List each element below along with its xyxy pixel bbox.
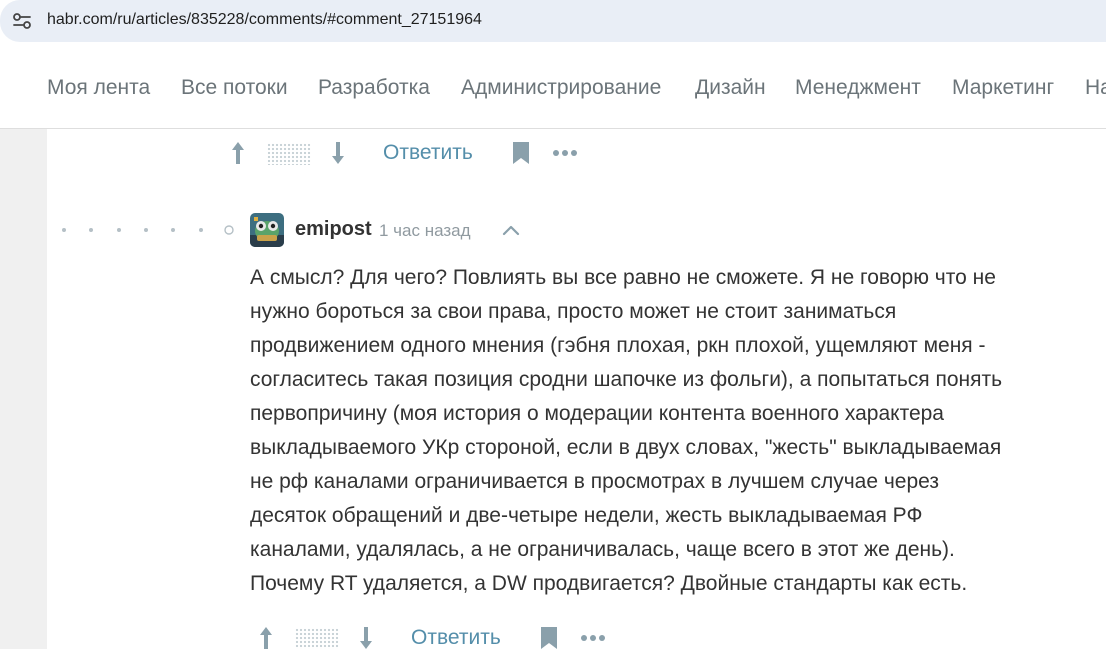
- address-bar: habr.com/ru/articles/835228/comments/#co…: [0, 0, 1106, 42]
- comment-line: десяток обращений и две-четыре недели, ж…: [250, 504, 923, 527]
- more-dots-icon[interactable]: [552, 141, 580, 165]
- nav-item-management[interactable]: Менеджмент: [795, 76, 921, 100]
- comment-line: продвижением одного мнения (гэбня плохая…: [250, 334, 986, 357]
- avatar[interactable]: [250, 213, 284, 247]
- comment-line: А смысл? Для чего? Повлиять вы все равно…: [250, 266, 996, 289]
- reply-link[interactable]: Ответить: [383, 141, 473, 165]
- comment-line: первопричину (моя история о модерации ко…: [250, 402, 944, 425]
- browser-page: habr.com/ru/articles/835228/comments/#co…: [0, 0, 1106, 649]
- nav-item-administration[interactable]: Администрирование: [461, 76, 661, 100]
- nav-item-design[interactable]: Дизайн: [695, 76, 766, 100]
- more-dots-icon[interactable]: [580, 626, 608, 649]
- comments-area: Ответить emipost 1 час назад А смысл? Дл…: [0, 129, 1106, 649]
- comment-actions: Ответить: [256, 624, 616, 649]
- left-gutter: [0, 129, 47, 649]
- arrow-down-icon[interactable]: [356, 624, 376, 649]
- nav-item-marketing[interactable]: Маркетинг: [952, 76, 1054, 100]
- vote-score-hidden: [295, 628, 339, 649]
- bookmark-icon[interactable]: [512, 141, 530, 165]
- tune-icon[interactable]: [12, 12, 32, 30]
- comment-author[interactable]: emipost: [295, 218, 372, 241]
- url-field[interactable]: habr.com/ru/articles/835228/comments/#co…: [0, 0, 1106, 42]
- reply-link[interactable]: Ответить: [411, 626, 501, 649]
- comment-line: не рф каналами ограничивается в просмотр…: [250, 470, 940, 493]
- previous-comment-actions: Ответить: [228, 139, 588, 169]
- comment-body: А смысл? Для чего? Повлиять вы все равно…: [250, 261, 1100, 601]
- comment-line: согласитесь такая позиция сродни шапочке…: [250, 368, 1003, 391]
- arrow-down-icon[interactable]: [328, 139, 348, 167]
- comment-line: каналами, удалялась, а не ограничивалась…: [250, 538, 955, 561]
- hub-navigation: Моя лента Все потоки Разработка Админист…: [0, 52, 1106, 129]
- thread-depth-indicator: [62, 225, 234, 235]
- arrow-up-icon[interactable]: [256, 624, 276, 649]
- nav-item-development[interactable]: Разработка: [318, 76, 430, 100]
- bookmark-icon[interactable]: [540, 626, 558, 649]
- vote-score-hidden: [267, 143, 311, 165]
- nav-item-my-feed[interactable]: Моя лента: [47, 76, 150, 100]
- nav-item-all-streams[interactable]: Все потоки: [181, 76, 288, 100]
- chevron-up-icon[interactable]: [500, 221, 522, 239]
- arrow-up-icon[interactable]: [228, 139, 248, 167]
- nav-item-popsci-truncated[interactable]: На: [1085, 76, 1106, 100]
- comment-timestamp[interactable]: 1 час назад: [379, 221, 471, 241]
- url-text[interactable]: habr.com/ru/articles/835228/comments/#co…: [47, 11, 482, 29]
- comment-line: выкладываемого УКр стороной, если в двух…: [250, 436, 1002, 459]
- comment-line: нужно бороться за свои права, просто мож…: [250, 300, 897, 323]
- comment-line: Почему RT удаляется, а DW продвигается? …: [250, 572, 968, 595]
